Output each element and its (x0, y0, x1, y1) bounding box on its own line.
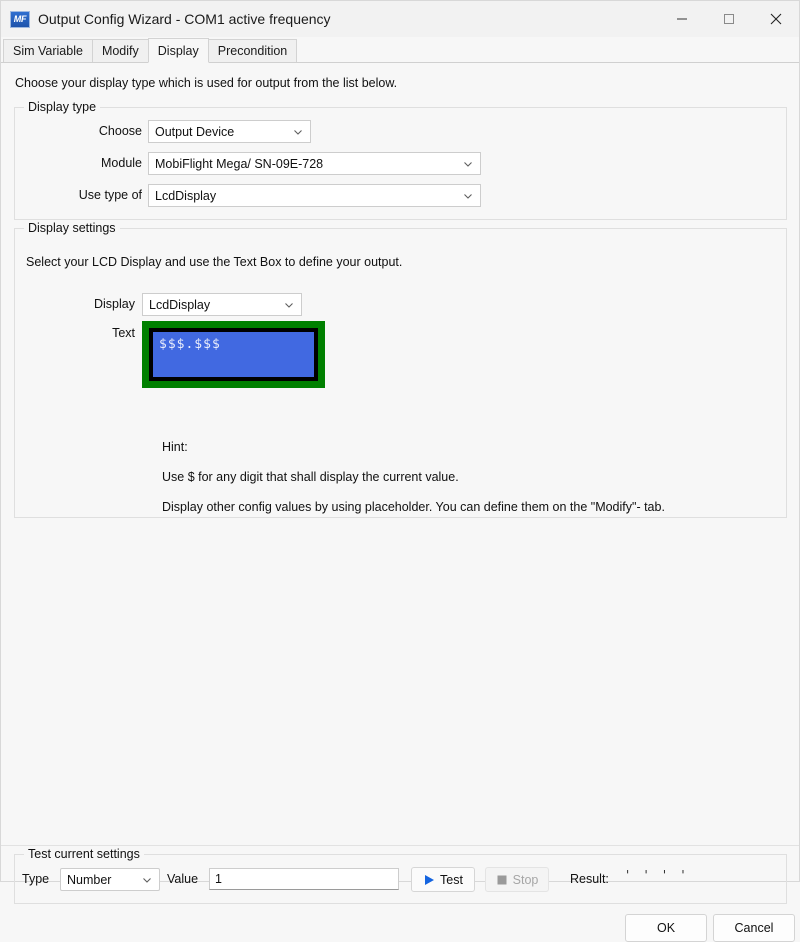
use-type-of-dropdown[interactable]: LcdDisplay (148, 184, 481, 207)
lcd-screen-text: $$$.$$$ (153, 332, 314, 377)
stop-button[interactable]: Stop (485, 867, 549, 892)
tab-sim-variable[interactable]: Sim Variable (3, 39, 93, 63)
use-type-of-label: Use type of (78, 188, 142, 202)
test-current-settings-group: Test current settings Type Number Value … (14, 847, 787, 904)
module-value: MobiFlight Mega/ SN-09E-728 (155, 156, 324, 171)
test-button[interactable]: Test (411, 867, 475, 892)
cancel-button[interactable]: Cancel (713, 914, 795, 942)
tab-modify[interactable]: Modify (91, 39, 149, 63)
choose-output-device-dropdown[interactable]: Output Device (148, 120, 311, 143)
chevron-down-icon (464, 193, 472, 199)
value-label: Value (167, 872, 199, 886)
choose-output-device-value: Output Device (155, 124, 235, 139)
value-input[interactable]: 1 (209, 868, 399, 890)
window-controls (658, 1, 799, 37)
test-group-title: Test current settings (24, 847, 144, 861)
bottom-divider (1, 845, 799, 846)
display-label: Display (94, 297, 135, 311)
chevron-down-icon (294, 129, 302, 135)
output-config-wizard-window: MF Output Config Wizard - COM1 active fr… (0, 0, 800, 942)
hint-line-2: Display other config values by using pla… (162, 500, 665, 514)
ok-button[interactable]: OK (625, 914, 707, 942)
chevron-down-icon (285, 302, 293, 308)
close-icon[interactable] (752, 1, 799, 37)
stop-button-label: Stop (512, 872, 539, 887)
display-value: LcdDisplay (149, 297, 211, 312)
type-dropdown[interactable]: Number (60, 868, 160, 891)
type-value: Number (67, 872, 112, 887)
use-type-of-value: LcdDisplay (155, 188, 217, 203)
text-label: Text (112, 326, 135, 340)
display-settings-group-title: Display settings (24, 221, 120, 235)
lcd-frame: $$$.$$$ (149, 328, 318, 381)
type-label: Type (22, 872, 50, 886)
display-settings-group: Display settings Select your LCD Display… (14, 221, 787, 518)
display-type-group: Display type Choose Output Device Module… (14, 100, 787, 220)
chevron-down-icon (464, 161, 472, 167)
maximize-icon[interactable] (705, 1, 752, 37)
mobiflight-logo-icon: MF (10, 10, 30, 28)
play-icon (425, 874, 435, 885)
test-button-label: Test (440, 872, 463, 887)
content-area: Choose your display type which is used f… (1, 63, 799, 942)
lcd-display-preview[interactable]: $$$.$$$ (142, 321, 325, 388)
module-label: Module (101, 156, 142, 170)
choose-label: Choose (98, 124, 142, 138)
tab-display[interactable]: Display (147, 38, 209, 63)
tab-strip: Sim Variable Modify Display Precondition (1, 37, 799, 63)
intro-text: Choose your display type which is used f… (15, 76, 398, 90)
result-value: ' ' ' ' (624, 868, 689, 882)
module-dropdown[interactable]: MobiFlight Mega/ SN-09E-728 (148, 152, 481, 175)
window-title: Output Config Wizard - COM1 active frequ… (38, 11, 331, 27)
tab-precondition[interactable]: Precondition (207, 39, 298, 63)
minimize-icon[interactable] (658, 1, 705, 37)
hint-title: Hint: (162, 440, 188, 454)
display-dropdown[interactable]: LcdDisplay (142, 293, 302, 316)
hint-line-1: Use $ for any digit that shall display t… (162, 470, 459, 484)
result-label: Result: (570, 872, 609, 886)
chevron-down-icon (143, 877, 151, 883)
title-bar: MF Output Config Wizard - COM1 active fr… (1, 1, 799, 37)
display-type-group-title: Display type (24, 100, 101, 114)
stop-icon (497, 875, 507, 884)
display-settings-description: Select your LCD Display and use the Text… (26, 255, 403, 269)
